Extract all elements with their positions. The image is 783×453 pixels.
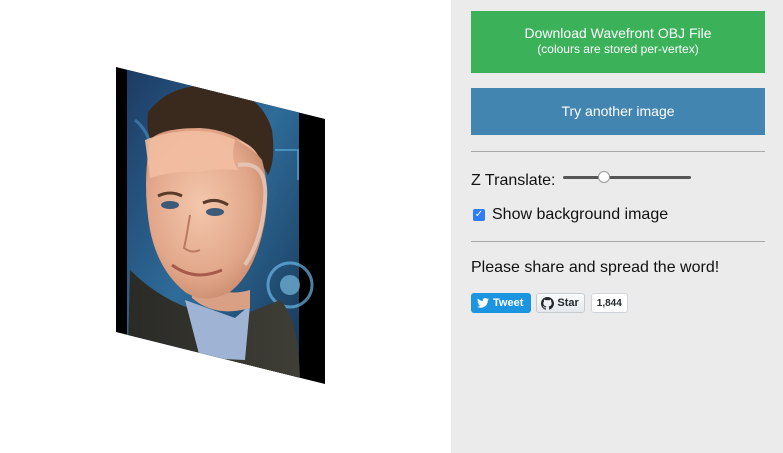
- show-background-checkbox[interactable]: ✓: [473, 209, 485, 221]
- z-translate-label: Z Translate:: [471, 172, 556, 189]
- show-background-label[interactable]: Show background image: [492, 206, 668, 224]
- download-obj-button[interactable]: Download Wavefront OBJ File (colours are…: [471, 11, 765, 73]
- github-icon: [541, 296, 555, 310]
- slider-track: [563, 176, 692, 179]
- tweet-button[interactable]: Tweet: [471, 293, 532, 313]
- star-count-badge[interactable]: 1,844: [590, 293, 628, 313]
- page: Download Wavefront OBJ File (colours are…: [0, 0, 783, 453]
- 3d-viewport[interactable]: [0, 0, 451, 453]
- checkmark-icon: ✓: [474, 209, 484, 220]
- tweet-label: Tweet: [493, 297, 524, 309]
- try-another-image-button[interactable]: Try another image: [471, 88, 765, 135]
- control-panel: Download Wavefront OBJ File (colours are…: [451, 0, 783, 453]
- divider: [471, 241, 765, 242]
- show-background-row: ✓ Show background image: [473, 205, 668, 225]
- divider: [471, 151, 765, 152]
- download-obj-sublabel: (colours are stored per-vertex): [537, 42, 699, 56]
- star-label: Star: [557, 297, 579, 309]
- share-text: Please share and spread the word!: [471, 259, 720, 276]
- social-buttons: Tweet Star 1,844: [471, 293, 628, 313]
- z-translate-slider[interactable]: [563, 170, 692, 186]
- slider-thumb[interactable]: [598, 171, 611, 183]
- github-star-button[interactable]: Star: [536, 293, 585, 313]
- download-obj-label: Download Wavefront OBJ File: [524, 25, 712, 41]
- 3d-face-render[interactable]: [0, 0, 451, 453]
- z-translate-control: Z Translate:: [471, 170, 692, 192]
- twitter-bird-icon: [477, 298, 489, 308]
